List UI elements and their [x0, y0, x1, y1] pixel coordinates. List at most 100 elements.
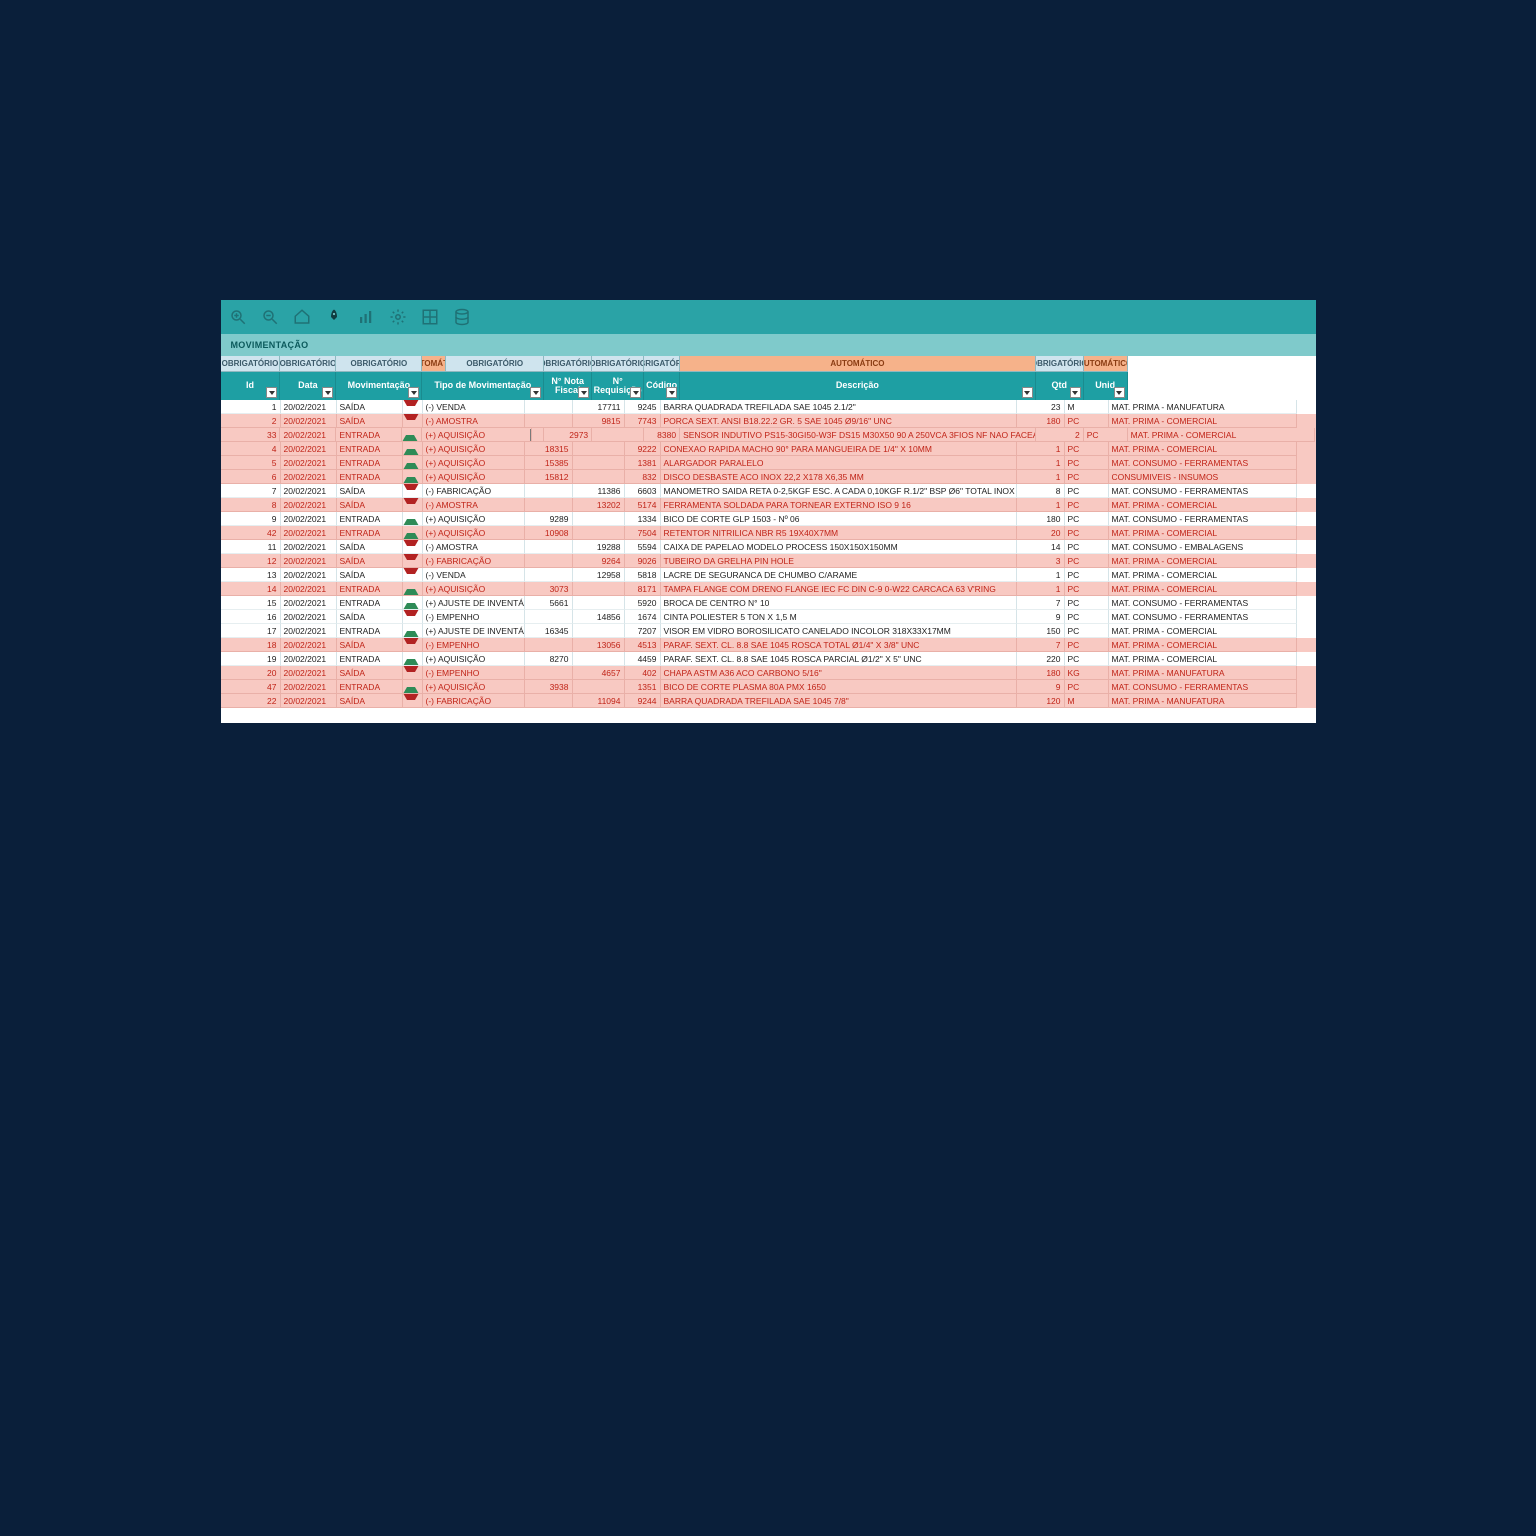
filter-icon[interactable] [408, 387, 419, 398]
cell-tipo: (-) FABRICAÇÃO [423, 694, 525, 708]
filter-icon[interactable] [630, 387, 641, 398]
filter-icon[interactable] [1022, 387, 1033, 398]
table-row[interactable]: 1820/02/2021SAÍDA(-) EMPENHO130564513PAR… [221, 638, 1316, 652]
cell-nr: 14856 [573, 610, 625, 624]
cell-qtd: 1 [1017, 442, 1065, 456]
cell-nr [573, 470, 625, 484]
cell-qtd: 3 [1017, 554, 1065, 568]
cell-unid: PC [1065, 414, 1109, 428]
cell-mov: SAÍDA [337, 414, 403, 428]
cell-cat: MAT. CONSUMO - FERRAMENTAS [1109, 680, 1297, 694]
table-row[interactable]: 620/02/2021ENTRADA(+) AQUISIÇÃO15812832D… [221, 470, 1316, 484]
cell-cat: MAT. CONSUMO - FERRAMENTAS [1109, 512, 1297, 526]
table-row[interactable]: 1320/02/2021SAÍDA(-) VENDA129585818LACRE… [221, 568, 1316, 582]
table-row[interactable]: 220/02/2021SAÍDA(-) AMOSTRA98157743PORCA… [221, 414, 1316, 428]
table-row[interactable]: 1120/02/2021SAÍDA(-) AMOSTRA192885594CAI… [221, 540, 1316, 554]
cell-id: 14 [221, 582, 281, 596]
col-id[interactable]: Id [221, 372, 281, 400]
cell-cod: 4459 [625, 652, 661, 666]
dropdown-icon[interactable] [530, 429, 532, 442]
col-nr[interactable]: N° Requisição [592, 372, 644, 400]
table-row[interactable]: 520/02/2021ENTRADA(+) AQUISIÇÃO153851381… [221, 456, 1316, 470]
col-nf[interactable]: N° Nota Fiscal [544, 372, 592, 400]
cell-nr [592, 428, 644, 442]
grid-icon[interactable] [421, 308, 439, 326]
table-row[interactable]: 3320/02/2021ENTRADA(+) AQUISIÇÃO29738380… [221, 428, 1316, 442]
cell-nr [573, 512, 625, 526]
cell-nr [573, 680, 625, 694]
cell-desc: TUBEIRO DA GRELHA PIN HOLE [661, 554, 1017, 568]
cell-tipo: (+) AJUSTE DE INVENTÁRIO [423, 596, 525, 610]
cell-cod: 1674 [625, 610, 661, 624]
cell-id: 4 [221, 442, 281, 456]
cell-desc: SENSOR INDUTIVO PS15-30GI50-W3F DS15 M30… [680, 428, 1036, 442]
gear-icon[interactable] [389, 308, 407, 326]
table-row[interactable]: 720/02/2021SAÍDA(-) FABRICAÇÃO113866603M… [221, 484, 1316, 498]
table-row[interactable]: 420/02/2021ENTRADA(+) AQUISIÇÃO183159222… [221, 442, 1316, 456]
cell-desc: CINTA POLIESTER 5 TON X 1,5 M [661, 610, 1017, 624]
cell-unid: PC [1065, 568, 1109, 582]
table-row[interactable]: 4220/02/2021ENTRADA(+) AQUISIÇÃO10908750… [221, 526, 1316, 540]
filter-icon[interactable] [1114, 387, 1125, 398]
direction-icon [403, 554, 423, 568]
col-cod[interactable]: Código [644, 372, 680, 400]
table-row[interactable]: 120/02/2021SAÍDA(-) VENDA177119245BARRA … [221, 400, 1316, 414]
home-icon[interactable] [293, 308, 311, 326]
cell-nr [573, 582, 625, 596]
rocket-icon[interactable] [325, 308, 343, 326]
table-row[interactable]: 1720/02/2021ENTRADA(+) AJUSTE DE INVENTÁ… [221, 624, 1316, 638]
cell-desc: MANOMETRO SAIDA RETA 0-2,5KGF ESC. A CAD… [661, 484, 1017, 498]
cell-tipo-selected[interactable]: (+) AQUISIÇÃO [422, 428, 532, 442]
filter-icon[interactable] [1070, 387, 1081, 398]
cell-id: 22 [221, 694, 281, 708]
table-row[interactable]: 1420/02/2021ENTRADA(+) AQUISIÇÃO30738171… [221, 582, 1316, 596]
table-row[interactable]: 4720/02/2021ENTRADA(+) AQUISIÇÃO39381351… [221, 680, 1316, 694]
filter-icon[interactable] [530, 387, 541, 398]
cell-data: 20/02/2021 [281, 694, 337, 708]
cell-unid: PC [1065, 596, 1109, 610]
cell-unid: PC [1065, 526, 1109, 540]
cell-mov: SAÍDA [337, 610, 403, 624]
col-data[interactable]: Data [280, 372, 336, 400]
cell-tipo: (+) AQUISIÇÃO [423, 680, 525, 694]
cell-tipo: (-) AMOSTRA [423, 540, 525, 554]
zoom-out-icon[interactable] [261, 308, 279, 326]
cell-nf [525, 400, 573, 414]
col-unid[interactable]: Unid [1084, 372, 1128, 400]
table-row[interactable]: 2020/02/2021SAÍDA(-) EMPENHO4657402CHAPA… [221, 666, 1316, 680]
direction-icon [403, 694, 423, 708]
table-body[interactable]: 120/02/2021SAÍDA(-) VENDA177119245BARRA … [221, 400, 1316, 723]
filter-icon[interactable] [266, 387, 277, 398]
table-row[interactable]: 1520/02/2021ENTRADA(+) AJUSTE DE INVENTÁ… [221, 596, 1316, 610]
filter-icon[interactable] [666, 387, 677, 398]
cell-cat: MAT. CONSUMO - FERRAMENTAS [1109, 596, 1297, 610]
table-row[interactable]: 1620/02/2021SAÍDA(-) EMPENHO148561674CIN… [221, 610, 1316, 624]
cell-cod: 402 [625, 666, 661, 680]
col-desc[interactable]: Descrição [680, 372, 1036, 400]
cell-desc: TAMPA FLANGE COM DRENO FLANGE IEC FC DIN… [661, 582, 1017, 596]
filter-icon[interactable] [578, 387, 589, 398]
cell-mov: SAÍDA [337, 540, 403, 554]
col-tipo[interactable]: Tipo de Movimentação [422, 372, 544, 400]
cell-id: 7 [221, 484, 281, 498]
table-row[interactable]: 1920/02/2021ENTRADA(+) AQUISIÇÃO82704459… [221, 652, 1316, 666]
filter-icon[interactable] [322, 387, 333, 398]
cell-desc: BICO DE CORTE PLASMA 80A PMX 1650 [661, 680, 1017, 694]
database-icon[interactable] [453, 308, 471, 326]
cell-data: 20/02/2021 [281, 666, 337, 680]
cell-mov: SAÍDA [337, 484, 403, 498]
cell-id: 33 [221, 428, 281, 442]
table-row[interactable]: 2220/02/2021SAÍDA(-) FABRICAÇÃO110949244… [221, 694, 1316, 708]
zoom-in-icon[interactable] [229, 308, 247, 326]
table-row[interactable]: 1220/02/2021SAÍDA(-) FABRICAÇÃO92649026T… [221, 554, 1316, 568]
table-row[interactable]: 920/02/2021ENTRADA(+) AQUISIÇÃO92891334B… [221, 512, 1316, 526]
cell-tipo: (-) EMPENHO [423, 638, 525, 652]
cell-qtd: 20 [1017, 526, 1065, 540]
table-row[interactable]: 820/02/2021SAÍDA(-) AMOSTRA132025174FERR… [221, 498, 1316, 512]
cell-cat: MAT. PRIMA - MANUFATURA [1109, 400, 1297, 414]
col-mov[interactable]: Movimentação [336, 372, 422, 400]
col-qtd[interactable]: Qtd [1036, 372, 1084, 400]
chart-icon[interactable] [357, 308, 375, 326]
direction-icon [403, 498, 423, 512]
cell-id: 18 [221, 638, 281, 652]
